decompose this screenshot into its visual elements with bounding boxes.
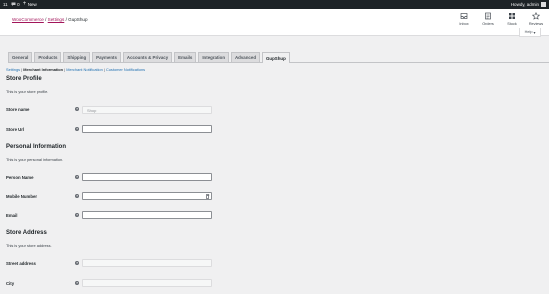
tab-emails[interactable]: Emails [174, 52, 197, 62]
subnav-merchant-information[interactable]: Merchant Information [23, 67, 63, 72]
stock-icon [509, 13, 515, 19]
breadcrumb-woocommerce[interactable]: WooCommerce [12, 17, 44, 22]
breadcrumb: WooCommerce / Settings / GupShup [12, 17, 88, 22]
person-name-input[interactable] [82, 173, 212, 181]
toolbar-stock[interactable]: Stock [504, 12, 520, 26]
help-icon[interactable]: ? [75, 127, 79, 131]
updates-count: 11 [3, 2, 8, 7]
updates-link[interactable]: 11 [3, 2, 8, 7]
woocommerce-header: WooCommerce / Settings / GupShup Inbox O… [0, 9, 549, 36]
tab-products[interactable]: Products [34, 52, 62, 62]
plus-icon: + [22, 1, 27, 7]
breadcrumb-current: GupShup [68, 17, 88, 22]
my-account-link[interactable]: Howdy, admin [511, 2, 546, 7]
help-icon[interactable]: ? [75, 107, 79, 111]
avatar [541, 2, 546, 7]
comments-link[interactable]: 0 [11, 2, 20, 7]
store-name-label: Store name [6, 107, 30, 112]
tab-integration[interactable]: Integration [198, 52, 230, 62]
subnav-settings[interactable]: Settings [6, 67, 20, 72]
comment-icon [11, 2, 16, 7]
toolbar-reviews-label: Reviews [528, 22, 544, 26]
personal-information-heading: Personal Information [6, 144, 67, 150]
admin-bar: 11 0 + New Howdy, admin [0, 0, 549, 9]
tab-shipping[interactable]: Shipping [63, 52, 91, 62]
help-icon[interactable]: ? [75, 213, 79, 217]
activity-toolbar: Inbox Orders Stock Reviews [456, 12, 544, 26]
chevron-down-icon: ▾ [533, 30, 536, 35]
subnav-customer-notifications[interactable]: Customer Notifications [106, 67, 145, 72]
tab-general[interactable]: General [8, 52, 33, 62]
mobile-number-label: Mobile Number [6, 194, 38, 199]
toolbar-inbox-label: Inbox [459, 22, 469, 26]
toolbar-stock-label: Stock [507, 22, 517, 26]
toolbar-reviews[interactable]: Reviews [528, 12, 544, 26]
toolbar-orders[interactable]: Orders [480, 12, 496, 26]
tab-payments[interactable]: Payments [92, 52, 121, 62]
help-label: Help [524, 30, 533, 34]
star-icon [532, 12, 540, 20]
help-button[interactable]: Help ▾ [519, 28, 541, 37]
new-label: New [27, 2, 37, 7]
toolbar-orders-label: Orders [482, 22, 494, 26]
inbox-icon [460, 13, 468, 19]
help-icon[interactable]: ? [75, 194, 79, 198]
new-content-link[interactable]: + New [22, 1, 37, 7]
tab-accounts-privacy[interactable]: Accounts & Privacy [122, 52, 173, 62]
store-address-heading: Store Address [6, 230, 47, 236]
store-url-input[interactable] [82, 125, 212, 133]
street-address-label: Street address [6, 261, 36, 266]
street-address-field [82, 259, 212, 267]
store-address-description: This is your store address. [6, 243, 52, 248]
toolbar-inbox[interactable]: Inbox [456, 12, 472, 26]
tab-advanced[interactable]: Advanced [231, 52, 260, 62]
email-input[interactable] [82, 211, 212, 219]
city-field [82, 279, 212, 287]
store-url-label: Store Url [6, 127, 25, 132]
comments-count: 0 [17, 2, 20, 7]
help-icon[interactable]: ? [75, 175, 79, 179]
personal-information-description: This is your personal information. [6, 157, 64, 162]
store-name-field: Shop [82, 106, 212, 114]
mobile-number-input[interactable]: ▴▾ [82, 192, 212, 200]
subnav-merchant-notification[interactable]: Merchant Notification [66, 67, 103, 72]
orders-icon [485, 12, 491, 20]
breadcrumb-settings[interactable]: Settings [48, 17, 65, 22]
email-label: Email [6, 213, 18, 218]
greeting: Howdy, admin [510, 2, 539, 7]
tab-gupshup[interactable]: GupShup [262, 52, 290, 63]
section-subnav: Settings | Merchant Information | Mercha… [6, 67, 146, 72]
store-profile-heading: Store Profile [6, 76, 42, 82]
store-profile-description: This is your store profile. [6, 89, 49, 94]
settings-tabs: General Products Shipping Payments Accou… [8, 52, 549, 63]
help-icon[interactable]: ? [75, 281, 79, 285]
help-icon[interactable]: ? [75, 261, 79, 265]
number-spinner[interactable]: ▴▾ [206, 194, 210, 199]
person-name-label: Person Name [6, 175, 34, 180]
city-label: City [6, 281, 15, 286]
